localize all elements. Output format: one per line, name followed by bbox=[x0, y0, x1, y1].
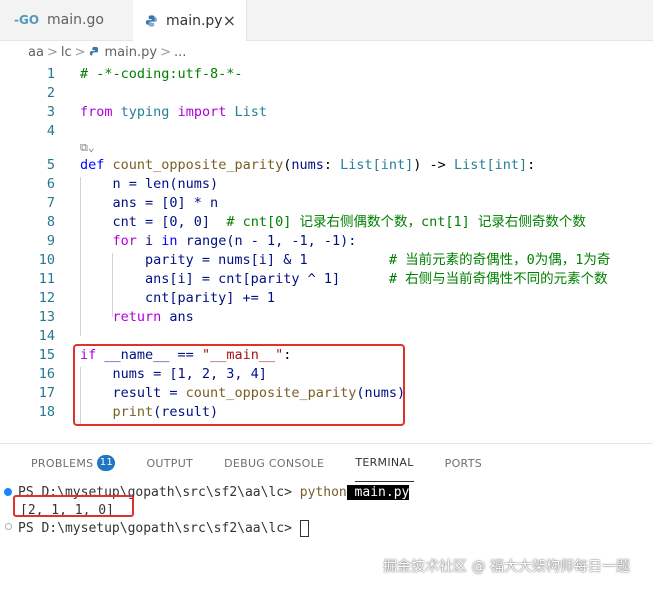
line-number: 15 bbox=[38, 347, 55, 363]
go-file-icon: -GO bbox=[14, 13, 40, 27]
chevron-right-icon: > bbox=[160, 44, 171, 60]
line-number: 10 bbox=[38, 252, 55, 268]
highlight-box-output bbox=[13, 495, 134, 517]
tab-problems[interactable]: PROBLEMS 11 bbox=[31, 444, 116, 482]
tab-debug-console[interactable]: DEBUG CONSOLE bbox=[224, 444, 324, 482]
command-status-dot-icon[interactable] bbox=[4, 488, 12, 496]
terminal-prompt: PS D:\mysetup\gopath\src\sf2\aa\lc> bbox=[18, 521, 300, 536]
code-line: 7 ans = [0] * n bbox=[0, 194, 653, 213]
breadcrumb: aa > lc > main.py > ... bbox=[0, 41, 653, 63]
line-number: 16 bbox=[38, 366, 55, 382]
line-number: 8 bbox=[46, 214, 55, 230]
tab-label: OUTPUT bbox=[146, 456, 194, 470]
code-text: # -*-coding:utf-8-*- bbox=[80, 66, 243, 82]
breadcrumb-item-file[interactable]: main.py bbox=[105, 45, 158, 60]
code-text: n = len(nums) bbox=[80, 176, 219, 192]
tab-label: DEBUG CONSOLE bbox=[224, 456, 325, 470]
line-number: 5 bbox=[46, 157, 55, 173]
code-text: from typing import List bbox=[80, 104, 268, 120]
code-line: 11 ans[i] = cnt[parity ^ 1] # 右侧与当前奇偶性不同… bbox=[0, 270, 653, 289]
line-number: 13 bbox=[38, 309, 55, 325]
code-line: 12 cnt[parity] += 1 bbox=[0, 289, 653, 308]
chevron-right-icon: > bbox=[46, 44, 58, 60]
code-line: 10 parity = nums[i] & 1 # 当前元素的奇偶性，0为偶，1… bbox=[0, 251, 653, 270]
line-number: 17 bbox=[38, 385, 55, 401]
codelens-icon[interactable]: ⧉⌄ bbox=[80, 138, 94, 157]
tab-terminal[interactable]: TERMINAL bbox=[355, 444, 414, 482]
tab-label: main.py bbox=[165, 12, 223, 29]
line-number: 1 bbox=[46, 66, 55, 82]
code-text: cnt = [0, 0] # cnt[0] 记录右侧偶数个数，cnt[1] 记录… bbox=[80, 214, 586, 230]
code-text: for i in range(n - 1, -1, -1): bbox=[112, 233, 357, 249]
watermark: 掘金技术社区 @ 福大大架构师每日一题 bbox=[383, 559, 630, 575]
code-line: 9 for i in range(n - 1, -1, -1): bbox=[0, 232, 653, 251]
tab-label: TERMINAL bbox=[355, 456, 414, 469]
line-number: 3 bbox=[46, 104, 55, 120]
code-text: return ans bbox=[112, 309, 194, 325]
code-text: def count_opposite_parity(nums: List[int… bbox=[80, 157, 536, 173]
command-empty-dot-icon[interactable] bbox=[5, 523, 12, 530]
code-text: ans[i] = cnt[parity ^ 1] # 右侧与当前奇偶性不同的元素… bbox=[80, 271, 608, 287]
line-number: 18 bbox=[38, 404, 55, 420]
tab-output[interactable]: OUTPUT bbox=[146, 444, 193, 482]
code-line: 5 def count_opposite_parity(nums: List[in… bbox=[0, 156, 653, 175]
line-number: 7 bbox=[46, 195, 55, 211]
python-file-icon bbox=[145, 14, 158, 27]
breadcrumb-item-symbol[interactable]: ... bbox=[174, 45, 186, 60]
code-text: ans = [0] * n bbox=[80, 195, 219, 211]
terminal-cursor bbox=[299, 520, 309, 537]
tab-main-go[interactable]: -GO main.go bbox=[0, 0, 133, 40]
terminal-command-arg: main.py bbox=[346, 485, 410, 500]
tab-label: PROBLEMS bbox=[31, 456, 94, 470]
tab-label: main.go bbox=[47, 12, 104, 28]
line-number: 2 bbox=[46, 85, 55, 101]
code-line: 13 return ans bbox=[0, 308, 653, 327]
chevron-right-icon: > bbox=[74, 44, 86, 60]
code-line: 1 # -*-coding:utf-8-*- bbox=[0, 65, 653, 84]
breadcrumb-item-aa[interactable]: aa bbox=[28, 45, 44, 60]
tab-label: PORTS bbox=[444, 456, 482, 470]
code-text: cnt[parity] += 1 bbox=[80, 290, 276, 306]
code-line: 8 cnt = [0, 0] # cnt[0] 记录右侧偶数个数，cnt[1] … bbox=[0, 213, 653, 232]
tab-main-py[interactable]: main.py × bbox=[133, 0, 247, 41]
tab-ports[interactable]: PORTS bbox=[445, 444, 482, 482]
line-number: 6 bbox=[46, 176, 55, 192]
line-number: 14 bbox=[38, 328, 55, 344]
line-number: 11 bbox=[38, 271, 55, 287]
terminal-command: python bbox=[299, 485, 347, 500]
highlight-box-main-block bbox=[73, 344, 405, 426]
panel-tab-bar: PROBLEMS 11 OUTPUT DEBUG CONSOLE TERMINAL… bbox=[0, 444, 653, 482]
line-number: 12 bbox=[38, 290, 55, 306]
code-text: parity = nums[i] & 1 # 当前元素的奇偶性，0为偶，1为奇 bbox=[80, 252, 611, 268]
python-file-icon bbox=[89, 46, 98, 56]
code-line: 2 bbox=[0, 84, 653, 103]
codelens[interactable]: ⧉⌄ bbox=[0, 138, 653, 154]
breadcrumb-item-lc[interactable]: lc bbox=[61, 45, 72, 60]
problems-count-badge: 11 bbox=[97, 455, 116, 471]
line-number: 9 bbox=[46, 233, 55, 249]
code-line: 6 n = len(nums) bbox=[0, 175, 653, 194]
terminal-line: PS D:\mysetup\gopath\src\sf2\aa\lc> bbox=[18, 520, 309, 538]
close-icon[interactable]: × bbox=[223, 11, 236, 30]
code-line: 3 from typing import List bbox=[0, 103, 653, 122]
editor-tab-bar: -GO main.go main.py × bbox=[0, 0, 653, 41]
